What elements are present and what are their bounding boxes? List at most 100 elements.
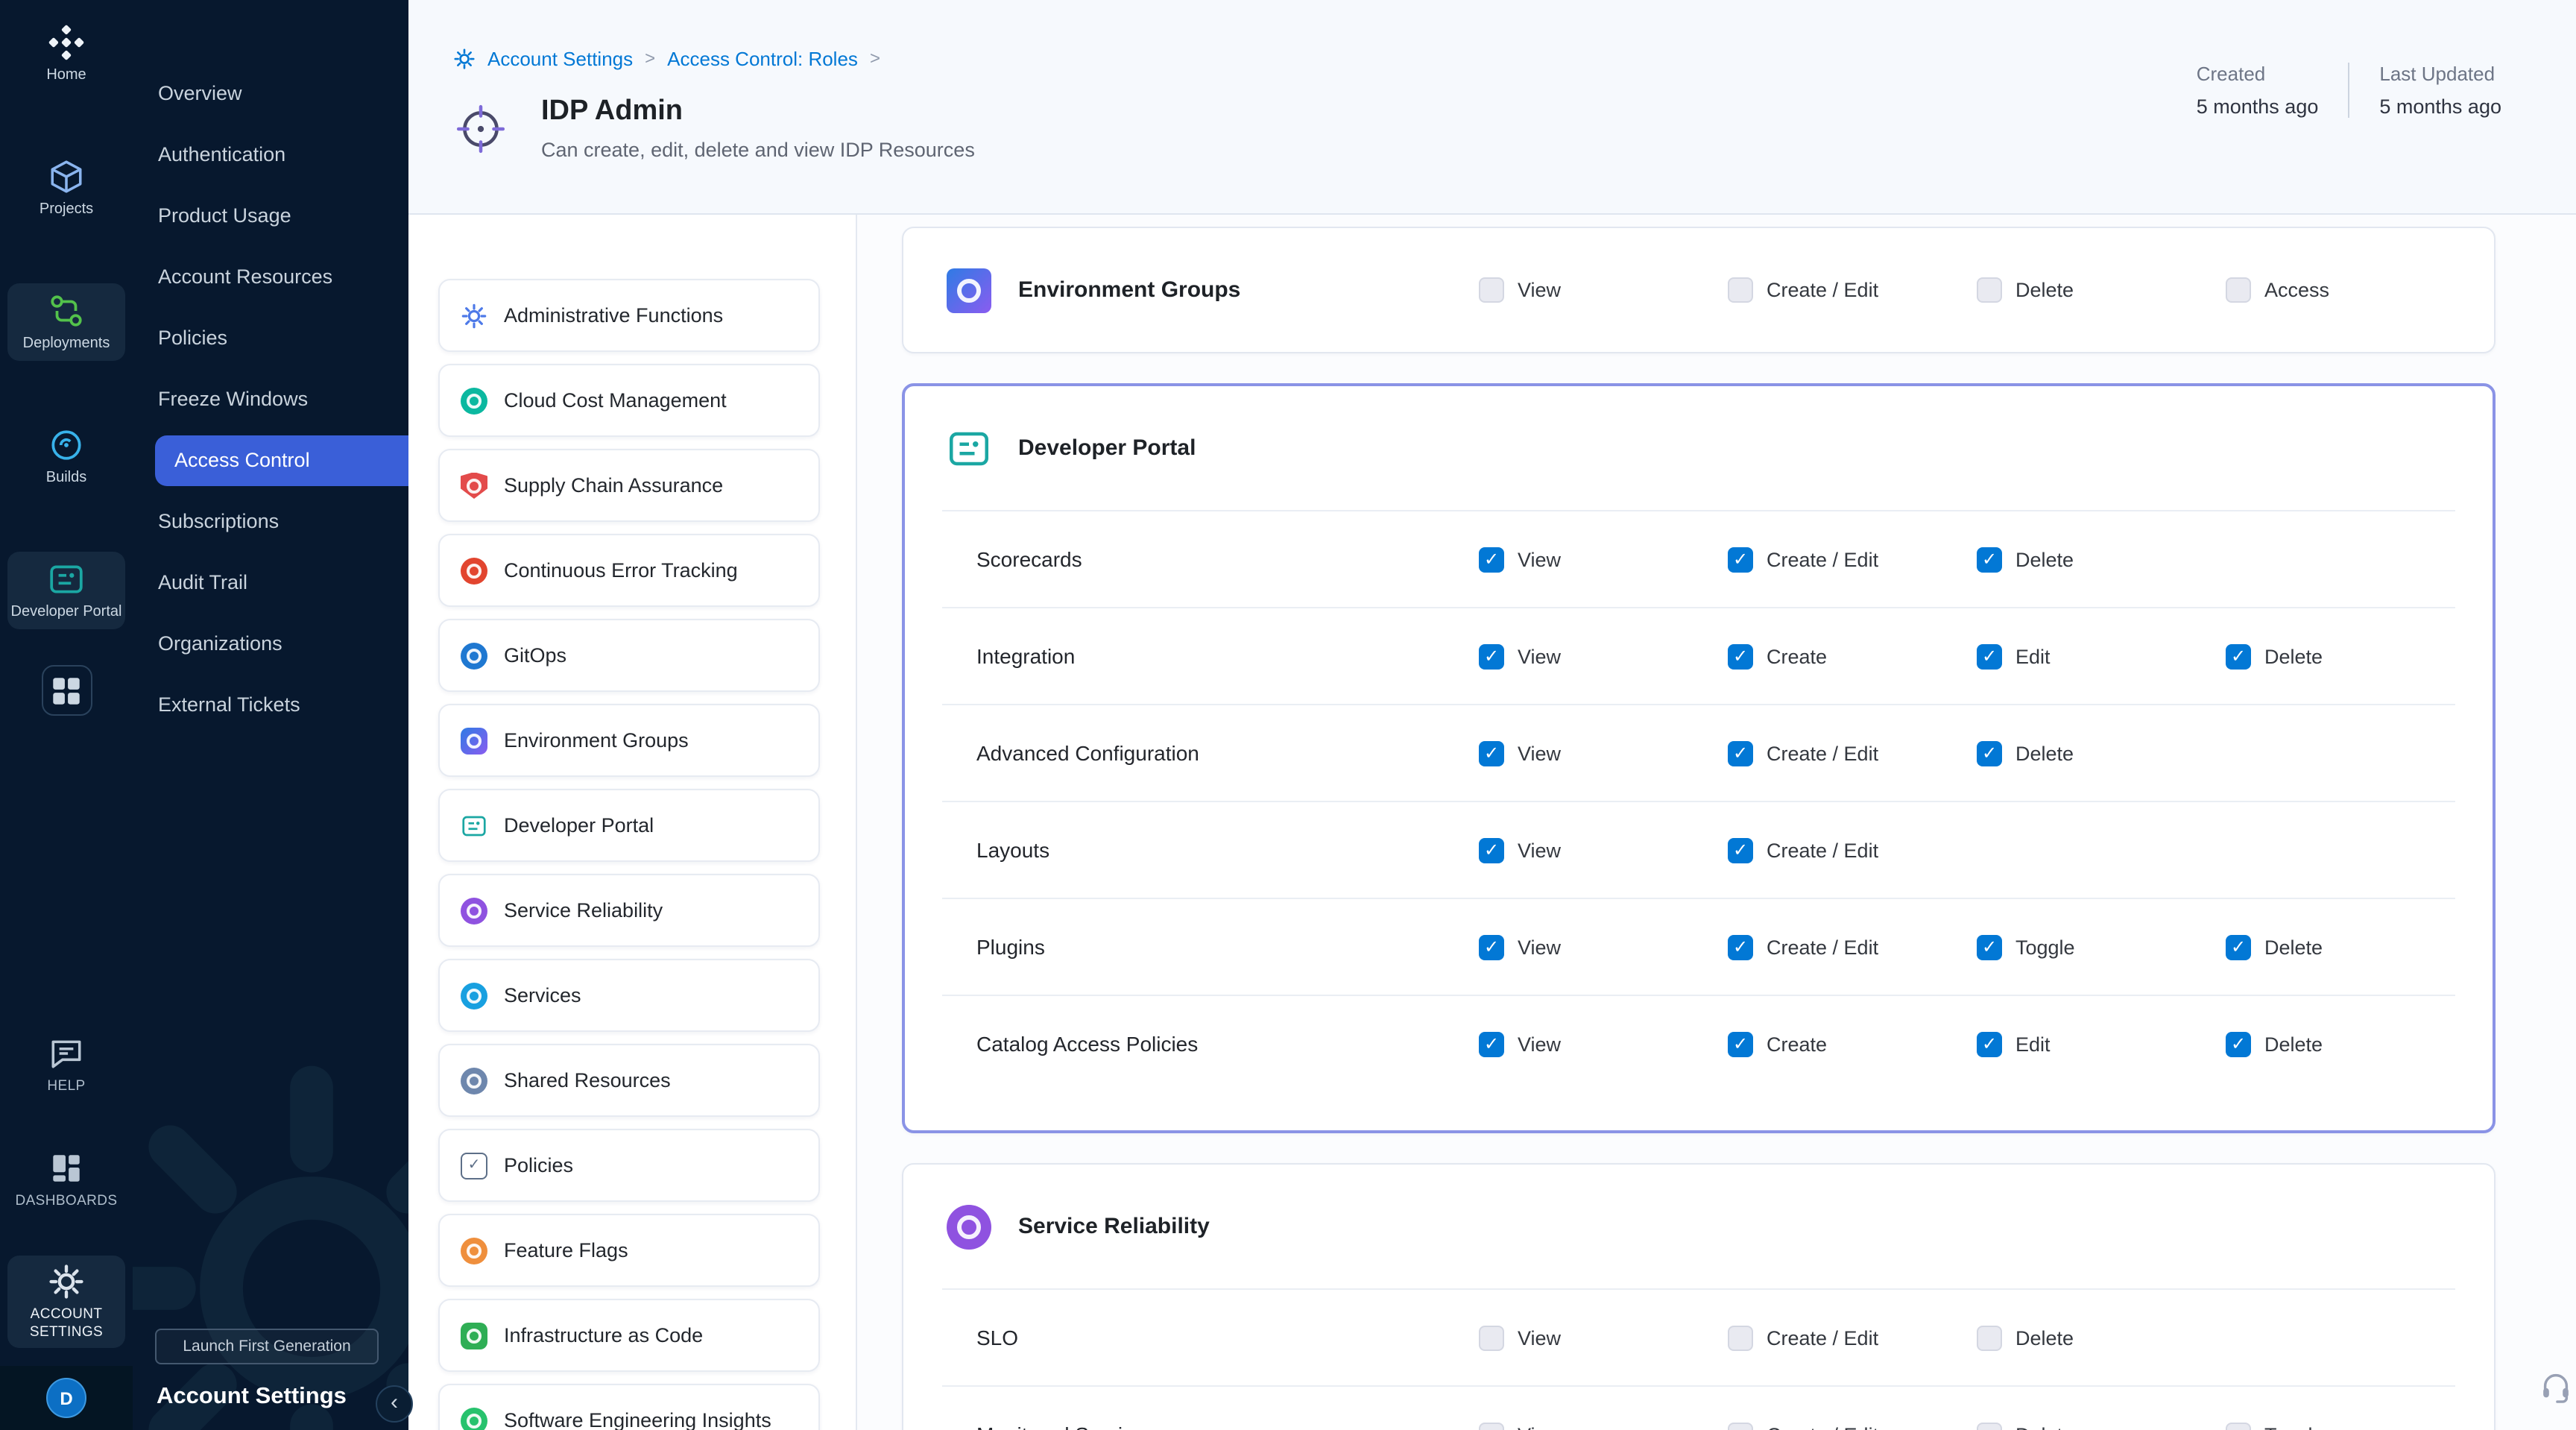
resource-card-services[interactable]: Services: [438, 959, 820, 1032]
checkbox-create-edit[interactable]: ✓: [1728, 934, 1753, 960]
page-header: Account Settings>Access Control: Roles> …: [408, 0, 2576, 215]
rail-item-home[interactable]: Home: [7, 15, 125, 92]
checkbox-access[interactable]: [2226, 277, 2251, 303]
resource-card-continuous-error-tracking[interactable]: Continuous Error Tracking: [438, 534, 820, 607]
resource-card-administrative-functions[interactable]: Administrative Functions: [438, 279, 820, 352]
resource-card-cloud-cost-management[interactable]: Cloud Cost Management: [438, 364, 820, 437]
rail-item-developer-portal[interactable]: Developer Portal: [7, 552, 125, 629]
launch-first-generation-button[interactable]: Launch First Generation: [155, 1329, 379, 1364]
resource-card-software-engineering-insights[interactable]: Software Engineering Insights: [438, 1384, 820, 1430]
policies-shield-icon: [461, 1152, 487, 1179]
continuous-error-tracking-icon: [461, 557, 487, 584]
rail-item-account-settings[interactable]: ACCOUNT SETTINGS: [7, 1256, 125, 1348]
checkbox-create-edit[interactable]: ✓: [1728, 837, 1753, 863]
sidebar-item-subscriptions[interactable]: Subscriptions: [133, 491, 408, 552]
resource-card-label: GitOps: [504, 644, 566, 667]
checkbox-create[interactable]: ✓: [1728, 643, 1753, 669]
rail-item-help[interactable]: HELP: [7, 1028, 125, 1103]
checkbox-create-edit[interactable]: [1728, 1325, 1753, 1350]
developer-portal-icon: [947, 426, 991, 470]
resource-card-supply-chain-assurance[interactable]: Supply Chain Assurance: [438, 449, 820, 522]
checkbox-view[interactable]: ✓: [1479, 547, 1504, 572]
resource-card-feature-flags[interactable]: Feature Flags: [438, 1214, 820, 1287]
checkbox-label: View: [1518, 1423, 1561, 1430]
checkbox-delete[interactable]: ✓: [1977, 547, 2002, 572]
breadcrumb-separator: >: [870, 48, 880, 69]
checkbox-delete[interactable]: ✓: [2226, 643, 2251, 669]
checkbox-view[interactable]: [1479, 1422, 1504, 1430]
checkbox-create-edit[interactable]: ✓: [1728, 547, 1753, 572]
breadcrumb-link-access-control-roles[interactable]: Access Control: Roles: [667, 47, 858, 69]
resource-card-service-reliability[interactable]: Service Reliability: [438, 874, 820, 947]
user-avatar[interactable]: D: [46, 1378, 86, 1418]
checkbox-delete[interactable]: ✓: [2226, 934, 2251, 960]
rail-item-projects[interactable]: Projects: [7, 149, 125, 227]
sidebar-item-product-usage[interactable]: Product Usage: [133, 185, 408, 246]
rail-item-deployments[interactable]: Deployments: [7, 283, 125, 361]
checkbox-view[interactable]: ✓: [1479, 740, 1504, 766]
resource-card-shared-resources[interactable]: Shared Resources: [438, 1044, 820, 1117]
resource-card-infrastructure-as-code[interactable]: Infrastructure as Code: [438, 1299, 820, 1372]
checkbox-label: Create / Edit: [1767, 742, 1878, 764]
permission-cell: Access: [2226, 277, 2475, 303]
permission-label: Layouts: [942, 838, 1479, 862]
rail-bottom-items: HELP DASHBOARDS ACCOUNT SETTINGS: [7, 1028, 125, 1348]
checkbox-edit[interactable]: ✓: [1977, 643, 2002, 669]
cloud-cost-management-icon: [461, 387, 487, 414]
checkbox-toggle[interactable]: ✓: [1977, 934, 2002, 960]
checkbox-delete[interactable]: ✓: [1977, 740, 2002, 766]
checkbox-view[interactable]: [1479, 1325, 1504, 1350]
projects-cube-icon: [48, 157, 85, 195]
sidebar-item-organizations[interactable]: Organizations: [133, 613, 408, 674]
permission-cell: Toggle: [2226, 1422, 2475, 1430]
checkbox-view[interactable]: ✓: [1479, 934, 1504, 960]
avatar-strip: D: [0, 1366, 133, 1430]
sidebar-collapse-button[interactable]: [376, 1385, 413, 1423]
checkbox-view[interactable]: ✓: [1479, 1031, 1504, 1056]
resource-card-gitops[interactable]: GitOps: [438, 619, 820, 692]
breadcrumb-link-account-settings[interactable]: Account Settings: [487, 47, 633, 69]
checkbox-delete[interactable]: ✓: [2226, 1031, 2251, 1056]
infrastructure-as-code-icon: [461, 1322, 487, 1349]
permission-cell: Create / Edit: [1728, 1325, 1977, 1350]
checkbox-label: View: [1518, 645, 1561, 667]
sidebar-item-policies[interactable]: Policies: [133, 307, 408, 368]
checkbox-view[interactable]: ✓: [1479, 643, 1504, 669]
permission-section-environment-groups: Environment GroupsViewCreate / EditDelet…: [902, 227, 2496, 353]
main-area: Account Settings>Access Control: Roles> …: [408, 0, 2576, 1430]
permission-label: Plugins: [942, 935, 1479, 959]
rail-item-dashboards[interactable]: DASHBOARDS: [7, 1142, 125, 1218]
checkbox-label: View: [1518, 1033, 1561, 1055]
sidebar-item-external-tickets[interactable]: External Tickets: [133, 674, 408, 735]
sidebar-item-freeze-windows[interactable]: Freeze Windows: [133, 368, 408, 429]
resource-card-label: Feature Flags: [504, 1239, 628, 1262]
checkbox-label: Create / Edit: [1767, 1326, 1878, 1349]
checkbox-create-edit[interactable]: [1728, 277, 1753, 303]
resource-card-label: Infrastructure as Code: [504, 1324, 703, 1346]
sidebar-item-overview[interactable]: Overview: [133, 63, 408, 124]
checkbox-create-edit[interactable]: ✓: [1728, 740, 1753, 766]
rail-item-label: ACCOUNT SETTINGS: [10, 1306, 122, 1341]
sidebar-item-authentication[interactable]: Authentication: [133, 124, 408, 185]
resource-card-policies[interactable]: Policies: [438, 1129, 820, 1202]
checkbox-view[interactable]: ✓: [1479, 837, 1504, 863]
checkbox-delete[interactable]: [1977, 1325, 2002, 1350]
checkbox-create[interactable]: ✓: [1728, 1031, 1753, 1056]
resource-card-developer-portal[interactable]: Developer Portal: [438, 789, 820, 862]
checkbox-toggle[interactable]: [2226, 1422, 2251, 1430]
resource-card-environment-groups[interactable]: Environment Groups: [438, 704, 820, 777]
checkbox-view[interactable]: [1479, 277, 1504, 303]
support-headset-button[interactable]: [2539, 1369, 2573, 1403]
sidebar-item-access-control[interactable]: Access Control: [155, 435, 408, 485]
checkbox-create-edit[interactable]: [1728, 1422, 1753, 1430]
checkbox-delete[interactable]: [1977, 277, 2002, 303]
sidebar-item-account-resources[interactable]: Account Resources: [133, 246, 408, 307]
meta-label: Created: [2197, 63, 2319, 85]
rail-item-builds[interactable]: Builds: [7, 418, 125, 495]
meta-info: Created5 months agoLast Updated5 months …: [2197, 63, 2501, 118]
breadcrumb-separator: >: [645, 48, 655, 69]
module-picker-button[interactable]: [41, 665, 92, 716]
sidebar-item-audit-trail[interactable]: Audit Trail: [133, 552, 408, 613]
checkbox-edit[interactable]: ✓: [1977, 1031, 2002, 1056]
checkbox-delete[interactable]: [1977, 1422, 2002, 1430]
